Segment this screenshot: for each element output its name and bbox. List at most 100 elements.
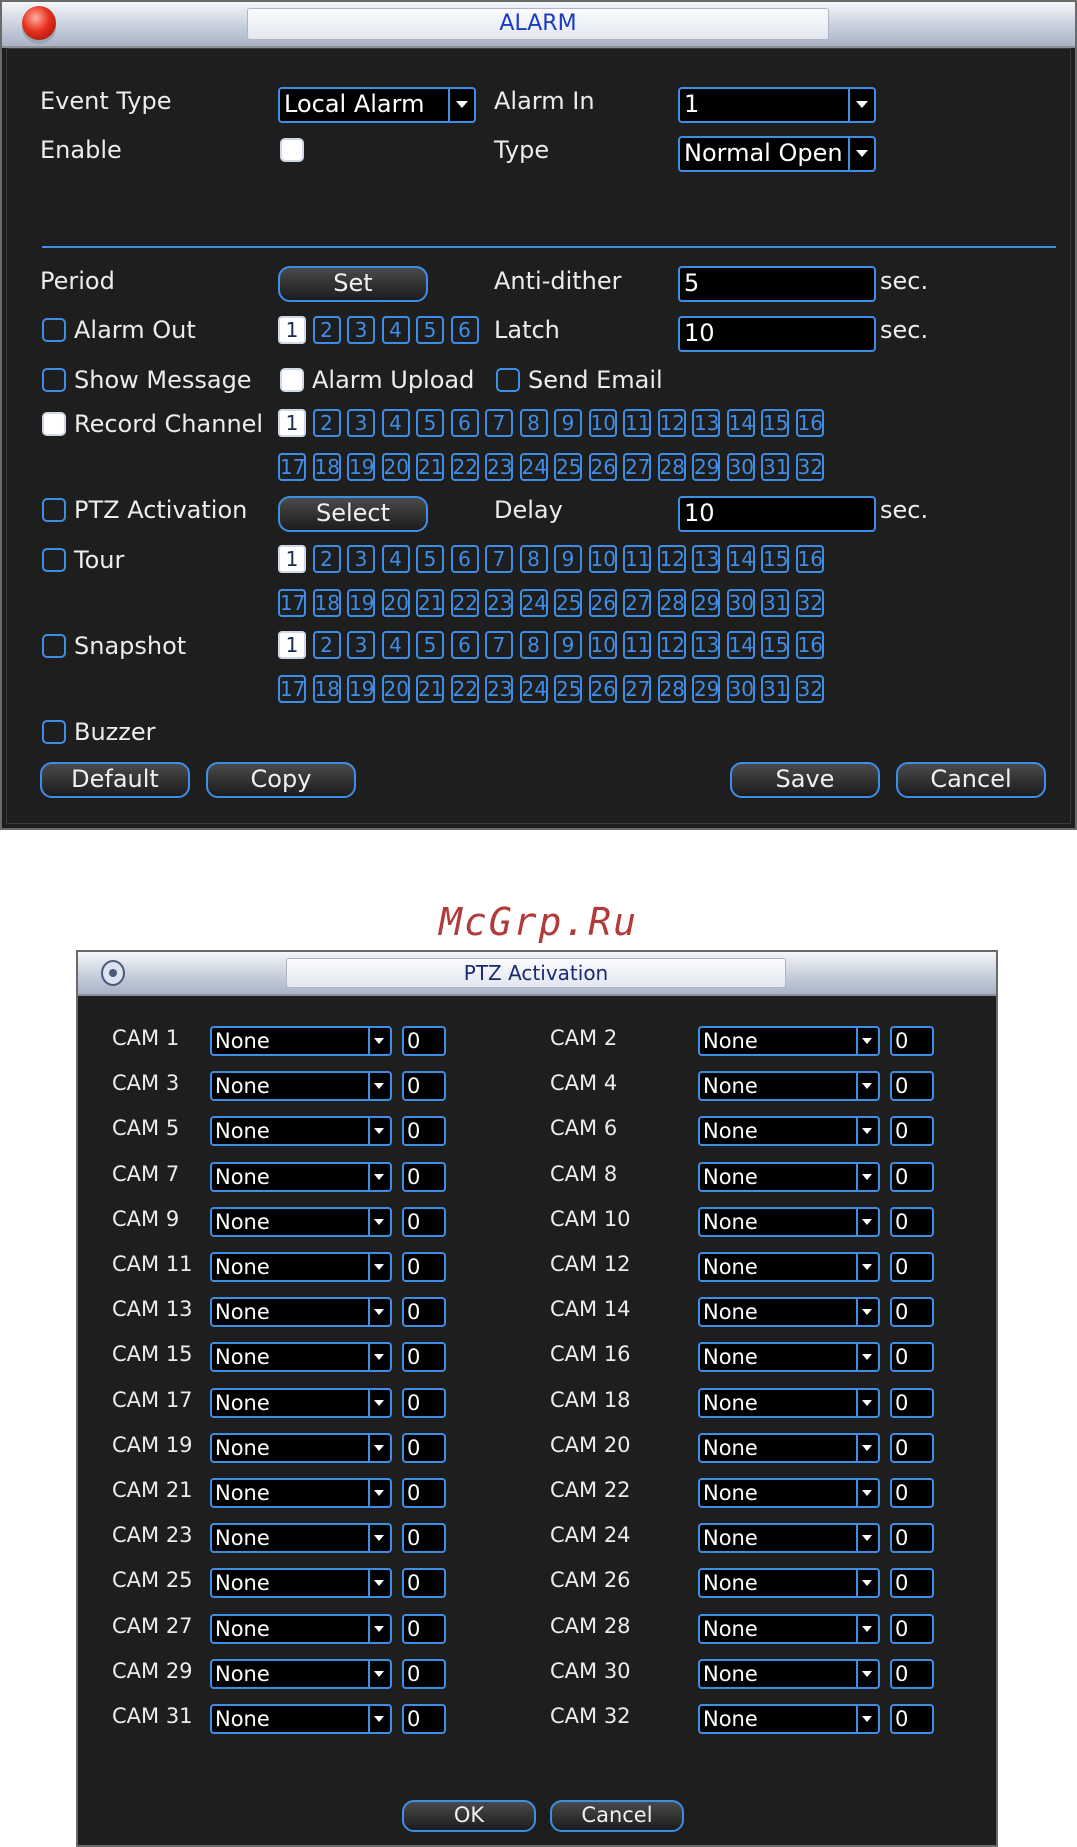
channel-7-toggle[interactable]: 7 [485,409,513,437]
cam-number-input[interactable]: 0 [890,1523,934,1554]
channel-13-toggle[interactable]: 13 [692,545,720,573]
cam-type-select[interactable]: None [698,1297,880,1328]
cam-type-select[interactable]: None [698,1342,880,1373]
cam-type-select[interactable]: None [698,1613,880,1644]
channel-20-toggle[interactable]: 20 [381,453,410,481]
cancel-button[interactable]: Cancel [896,762,1046,798]
channel-31-toggle[interactable]: 31 [761,675,789,703]
cam-type-select[interactable]: None [210,1613,392,1644]
channel-26-toggle[interactable]: 26 [588,589,617,617]
channel-15-toggle[interactable]: 15 [761,409,789,437]
channel-2-toggle[interactable]: 2 [312,545,341,573]
cam-number-input[interactable]: 0 [402,1568,446,1599]
channel-21-toggle[interactable]: 21 [416,589,444,617]
channel-25-toggle[interactable]: 25 [554,453,582,481]
cam-type-select[interactable]: None [210,1026,392,1056]
cam-number-input[interactable]: 0 [890,1252,934,1282]
cam-number-input[interactable]: 0 [402,1342,446,1373]
channel-27-toggle[interactable]: 27 [623,589,651,617]
channel-20-toggle[interactable]: 20 [381,675,410,703]
channel-1-toggle[interactable]: 1 [278,545,306,573]
channel-4-toggle[interactable]: 4 [381,545,410,573]
cam-number-input[interactable]: 0 [402,1252,446,1282]
channel-9-toggle[interactable]: 9 [554,545,582,573]
channel-4-toggle[interactable]: 4 [381,409,410,437]
channel-11-toggle[interactable]: 11 [623,409,651,437]
cam-number-input[interactable]: 0 [890,1026,934,1056]
channel-24-toggle[interactable]: 24 [519,453,548,481]
cam-number-input[interactable]: 0 [890,1432,934,1463]
channel-6-toggle[interactable]: 6 [450,409,479,437]
channel-19-toggle[interactable]: 19 [347,675,375,703]
channel-21-toggle[interactable]: 21 [416,675,444,703]
cam-type-select[interactable]: None [210,1161,392,1192]
cam-type-select[interactable]: None [210,1252,392,1282]
cam-type-select[interactable]: None [698,1206,880,1237]
channel-10-toggle[interactable]: 10 [588,631,617,659]
cam-number-input[interactable]: 0 [402,1704,446,1734]
channel-12-toggle[interactable]: 12 [657,409,686,437]
save-button[interactable]: Save [730,762,880,798]
anti-dither-input[interactable]: 5 [678,266,876,302]
cam-type-select[interactable]: None [698,1026,880,1056]
cam-number-input[interactable]: 0 [890,1613,934,1644]
cam-number-input[interactable]: 0 [890,1658,934,1689]
channel-1-toggle[interactable]: 1 [278,631,306,659]
channel-30-toggle[interactable]: 30 [726,675,755,703]
channel-22-toggle[interactable]: 22 [450,589,479,617]
cam-type-select[interactable]: None [698,1523,880,1554]
alarm-upload-checkbox[interactable] [280,368,304,392]
channel-6-toggle[interactable]: 6 [450,316,479,344]
channel-28-toggle[interactable]: 28 [657,453,686,481]
cam-type-select[interactable]: None [698,1568,880,1599]
cam-type-select[interactable]: None [698,1252,880,1282]
channel-16-toggle[interactable]: 16 [795,545,824,573]
channel-31-toggle[interactable]: 31 [761,589,789,617]
cam-type-select[interactable]: None [210,1478,392,1508]
channel-30-toggle[interactable]: 30 [726,453,755,481]
cam-number-input[interactable]: 0 [402,1613,446,1644]
channel-4-toggle[interactable]: 4 [381,631,410,659]
enable-checkbox[interactable] [280,138,304,162]
channel-5-toggle[interactable]: 5 [416,316,444,344]
alarm-in-select[interactable]: 1 [678,87,876,123]
cam-type-select[interactable]: None [698,1071,880,1102]
channel-3-toggle[interactable]: 3 [347,631,375,659]
type-select[interactable]: Normal Open [678,136,876,172]
channel-16-toggle[interactable]: 16 [795,631,824,659]
channel-23-toggle[interactable]: 23 [485,589,513,617]
channel-15-toggle[interactable]: 15 [761,631,789,659]
channel-27-toggle[interactable]: 27 [623,453,651,481]
cam-type-select[interactable]: None [210,1387,392,1418]
channel-13-toggle[interactable]: 13 [692,631,720,659]
alarm-out-checkbox[interactable] [42,318,66,342]
channel-20-toggle[interactable]: 20 [381,589,410,617]
channel-1-toggle[interactable]: 1 [278,316,306,344]
channel-7-toggle[interactable]: 7 [485,545,513,573]
cam-number-input[interactable]: 0 [402,1658,446,1689]
channel-29-toggle[interactable]: 29 [692,453,720,481]
snapshot-checkbox[interactable] [42,634,66,658]
channel-13-toggle[interactable]: 13 [692,409,720,437]
ok-button[interactable]: OK [402,1800,536,1832]
channel-32-toggle[interactable]: 32 [795,675,824,703]
channel-23-toggle[interactable]: 23 [485,453,513,481]
channel-28-toggle[interactable]: 28 [657,675,686,703]
channel-18-toggle[interactable]: 18 [312,589,341,617]
channel-9-toggle[interactable]: 9 [554,631,582,659]
channel-29-toggle[interactable]: 29 [692,675,720,703]
cam-number-input[interactable]: 0 [402,1387,446,1418]
cam-number-input[interactable]: 0 [890,1568,934,1599]
cam-number-input[interactable]: 0 [890,1297,934,1328]
channel-3-toggle[interactable]: 3 [347,316,375,344]
channel-3-toggle[interactable]: 3 [347,409,375,437]
cam-type-select[interactable]: None [698,1432,880,1463]
channel-26-toggle[interactable]: 26 [588,675,617,703]
channel-27-toggle[interactable]: 27 [623,675,651,703]
cam-type-select[interactable]: None [210,1206,392,1237]
cam-number-input[interactable]: 0 [402,1026,446,1056]
cam-number-input[interactable]: 0 [890,1478,934,1508]
cam-type-select[interactable]: None [698,1478,880,1508]
cam-number-input[interactable]: 0 [890,1206,934,1237]
channel-25-toggle[interactable]: 25 [554,589,582,617]
